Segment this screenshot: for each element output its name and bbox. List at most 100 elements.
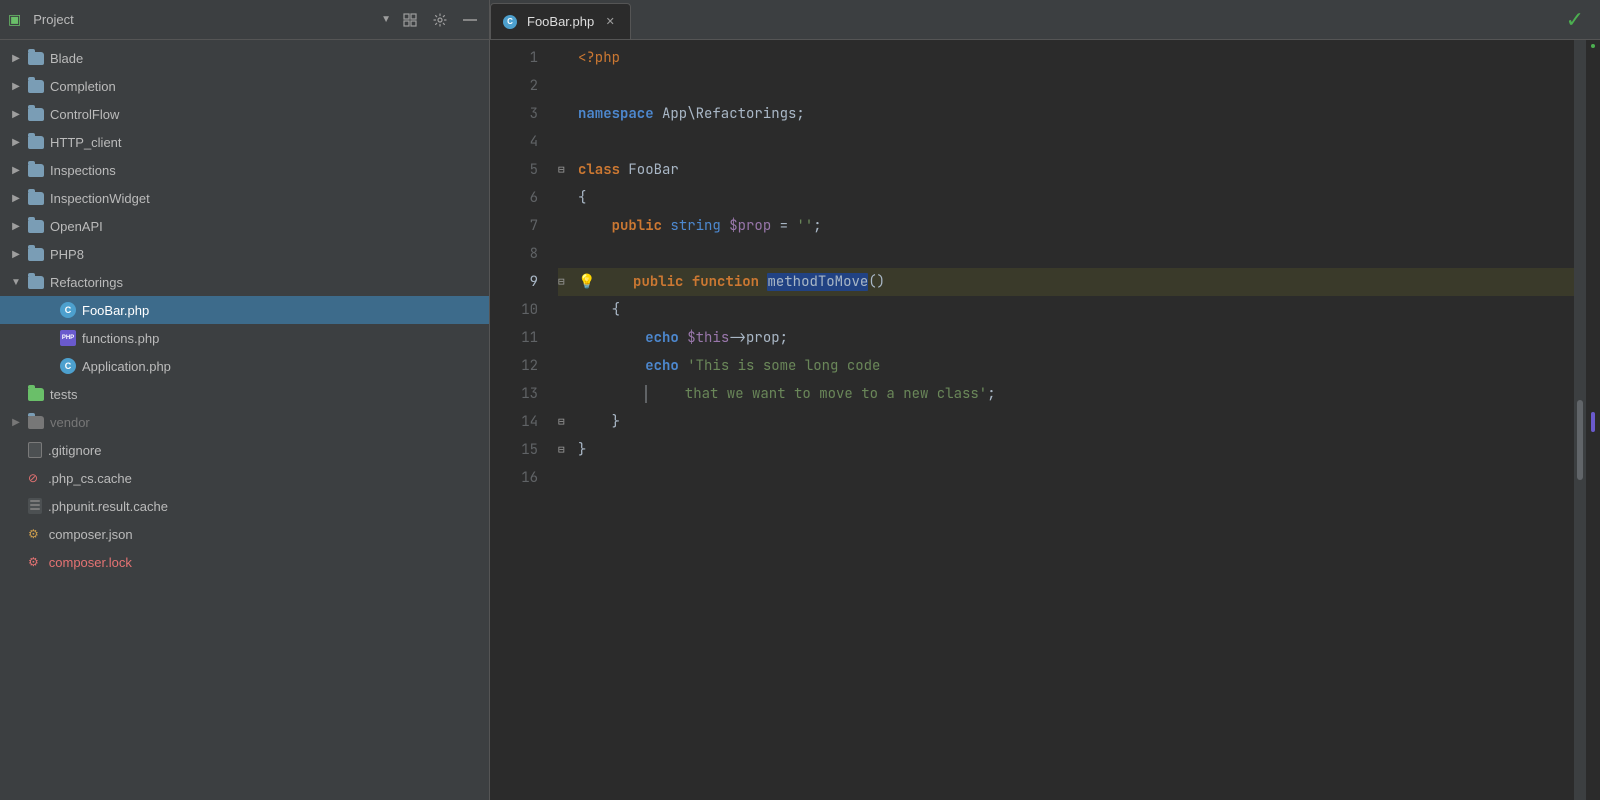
sidebar-item-controlflow[interactable]: ▶ ControlFlow <box>0 100 489 128</box>
fold-marker[interactable]: ⊟ <box>558 156 578 184</box>
code-line <box>558 128 1574 156</box>
code-line: ⊟ } <box>558 408 1574 436</box>
sidebar-item-php-cs-cache[interactable]: ▶ ⊘ .php_cs.cache <box>0 464 489 492</box>
sidebar-item-label: vendor <box>50 415 90 430</box>
bulb-icon[interactable]: 💡 <box>578 268 595 296</box>
fold-marker[interactable]: ⊟ <box>558 408 578 436</box>
sidebar-item-label: FooBar.php <box>82 303 149 318</box>
code-line: namespace App\Refactorings; <box>558 100 1574 128</box>
sidebar-item-tests[interactable]: ▶ tests <box>0 380 489 408</box>
sidebar-item-php8[interactable]: ▶ PHP8 <box>0 240 489 268</box>
collapse-arrow: ▶ <box>8 50 24 66</box>
generic-file-icon <box>28 442 42 458</box>
code-text <box>578 240 586 268</box>
sidebar-item-label: Application.php <box>82 359 171 374</box>
sidebar-item-label: Completion <box>50 79 116 94</box>
sidebar-item-http-client[interactable]: ▶ HTTP_client <box>0 128 489 156</box>
folder-icon <box>28 248 44 261</box>
sidebar-item-refactorings[interactable]: ▼ Refactorings <box>0 268 489 296</box>
sidebar-item-label: OpenAPI <box>50 219 103 234</box>
scrollbar-thumb[interactable] <box>1577 400 1583 480</box>
code-text: that we want to move to a new class'; <box>578 380 996 408</box>
line-num: 12 <box>521 352 538 380</box>
right-gutter <box>1586 40 1600 800</box>
line-num: 7 <box>530 212 538 240</box>
sidebar-item-inspectionwidget[interactable]: ▶ InspectionWidget <box>0 184 489 212</box>
sidebar-item-label: composer.lock <box>49 555 132 570</box>
sidebar-item-composer-json[interactable]: ▶ ⚙ composer.json <box>0 520 489 548</box>
sidebar-item-foobar-php[interactable]: ▶ C FooBar.php <box>0 296 489 324</box>
sidebar: ▣ Project ▼ ▶ Blade ▶ Completion ▶ Con <box>0 0 490 800</box>
editor-body: 1 2 3 4 5 6 7 8 9 10 11 12 13 14 15 16 <… <box>490 40 1600 800</box>
code-line: <?php <box>558 44 1574 72</box>
fold-marker[interactable]: ⊟ <box>558 268 578 296</box>
folder-icon <box>28 220 44 233</box>
sidebar-item-vendor[interactable]: ▶ vendor <box>0 408 489 436</box>
line-num: 8 <box>530 240 538 268</box>
dropdown-arrow: ▼ <box>381 14 391 25</box>
code-line <box>558 464 1574 492</box>
collapse-all-button[interactable] <box>399 9 421 31</box>
minimize-button[interactable] <box>459 9 481 31</box>
collapse-arrow: ▶ <box>8 162 24 178</box>
folder-icon <box>28 164 44 177</box>
settings-button[interactable] <box>429 9 451 31</box>
tab-label: FooBar.php <box>527 14 594 29</box>
collapse-arrow: ▶ <box>8 106 24 122</box>
sidebar-item-label: functions.php <box>82 331 159 346</box>
line-num: 9 <box>530 268 538 296</box>
line-num: 15 <box>521 436 538 464</box>
folder-icon <box>28 416 44 429</box>
code-text: } <box>578 408 620 436</box>
sidebar-item-inspections[interactable]: ▶ Inspections <box>0 156 489 184</box>
gutter-indicator-green <box>1591 44 1595 48</box>
fold-marker[interactable]: ⊟ <box>558 436 578 464</box>
tab-class-icon: C <box>503 15 517 29</box>
sidebar-item-composer-lock[interactable]: ▶ ⚙ composer.lock <box>0 548 489 576</box>
code-line: public string $prop = ''; <box>558 212 1574 240</box>
sidebar-item-openapi[interactable]: ▶ OpenAPI <box>0 212 489 240</box>
code-line <box>558 240 1574 268</box>
sidebar-item-application-php[interactable]: ▶ C Application.php <box>0 352 489 380</box>
class-icon: C <box>60 358 76 374</box>
sidebar-header: ▣ Project ▼ <box>0 0 489 40</box>
code-text: class FooBar <box>578 156 679 184</box>
sidebar-item-label: .phpunit.result.cache <box>48 499 168 514</box>
collapse-arrow: ▶ <box>8 190 24 206</box>
tab-bar: C FooBar.php ✕ ✓ <box>490 0 1600 40</box>
collapse-arrow: ▶ <box>8 78 24 94</box>
code-editor[interactable]: <?php namespace App\Refactorings; ⊟ clas… <box>550 40 1574 800</box>
line-num: 16 <box>521 464 538 492</box>
folder-icon <box>28 108 44 121</box>
file-tree: ▶ Blade ▶ Completion ▶ ControlFlow ▶ HTT… <box>0 40 489 800</box>
line-num: 5 <box>530 156 538 184</box>
collapse-arrow: ▶ <box>8 134 24 150</box>
class-icon: C <box>60 302 76 318</box>
code-line: echo $this->prop; <box>558 324 1574 352</box>
json-file-icon: ⚙ <box>28 527 39 541</box>
sidebar-title: Project <box>33 12 373 27</box>
code-line: ⊟ class FooBar <box>558 156 1574 184</box>
code-text <box>578 72 586 100</box>
editor-area: C FooBar.php ✕ ✓ 1 2 3 4 5 6 7 8 9 10 11… <box>490 0 1600 800</box>
sidebar-item-blade[interactable]: ▶ Blade <box>0 44 489 72</box>
code-line: { <box>558 296 1574 324</box>
line-num: 11 <box>521 324 538 352</box>
scrollbar[interactable] <box>1574 40 1586 800</box>
line-num: 13 <box>521 380 538 408</box>
code-line <box>558 72 1574 100</box>
tab-foobar-php[interactable]: C FooBar.php ✕ <box>490 3 631 39</box>
code-text: { <box>578 184 586 212</box>
tab-close-button[interactable]: ✕ <box>602 14 618 30</box>
sidebar-item-label: Inspections <box>50 163 116 178</box>
lines-file-icon <box>28 498 42 514</box>
code-text <box>578 128 586 156</box>
code-line-active: ⊟ 💡 public function methodToMove() <box>558 268 1574 296</box>
sidebar-item-label: InspectionWidget <box>50 191 150 206</box>
php-icon: PHP <box>60 330 76 346</box>
sidebar-item-completion[interactable]: ▶ Completion <box>0 72 489 100</box>
sidebar-item-functions-php[interactable]: ▶ PHP functions.php <box>0 324 489 352</box>
sidebar-item-phpunit-cache[interactable]: ▶ .phpunit.result.cache <box>0 492 489 520</box>
code-text <box>578 464 586 492</box>
sidebar-item-gitignore[interactable]: ▶ .gitignore <box>0 436 489 464</box>
